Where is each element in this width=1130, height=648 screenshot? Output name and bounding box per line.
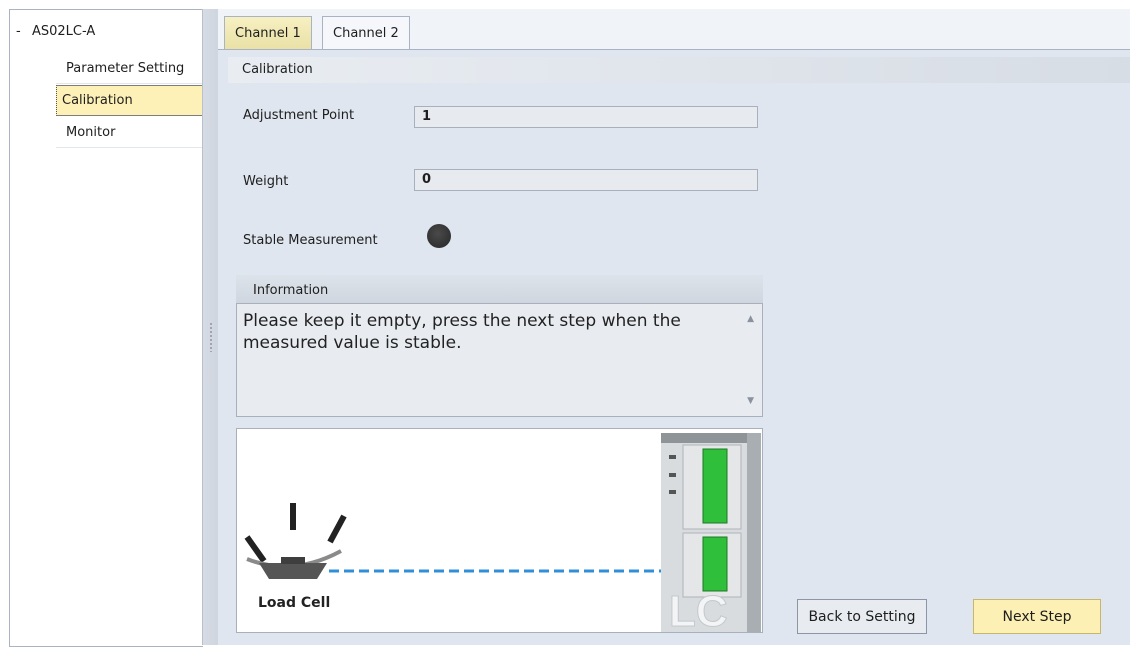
- terminal-block-icon: [702, 448, 728, 524]
- module-label: LC: [669, 587, 728, 632]
- tree-item-monitor[interactable]: Monitor: [56, 117, 203, 148]
- splitter-grip-icon[interactable]: [209, 322, 213, 352]
- tab-channel-2[interactable]: Channel 2: [322, 16, 410, 49]
- information-group: Information Please keep it empty, press …: [236, 275, 763, 417]
- tree-root-label[interactable]: AS02LC-A: [32, 24, 95, 39]
- tree-item-parameter-setting[interactable]: Parameter Setting: [56, 53, 203, 84]
- motion-line-icon: [327, 514, 347, 544]
- channel-tabs: Channel 1 Channel 2: [218, 9, 1130, 50]
- back-to-setting-button[interactable]: Back to Setting: [797, 599, 927, 634]
- tree-item-label: Parameter Setting: [66, 61, 185, 76]
- information-title: Information: [253, 283, 329, 298]
- load-cell-icon: [259, 563, 327, 579]
- adjustment-point-field[interactable]: 1: [414, 106, 758, 128]
- adjustment-point-label: Adjustment Point: [243, 108, 355, 123]
- collapse-icon[interactable]: -: [16, 24, 32, 39]
- weight-field[interactable]: 0: [414, 169, 758, 191]
- next-step-button[interactable]: Next Step: [973, 599, 1101, 634]
- stable-indicator-icon: [427, 224, 451, 248]
- calibration-illustration: LC Load Cell: [236, 428, 763, 633]
- stable-measurement-label: Stable Measurement: [243, 233, 378, 248]
- weight-label: Weight: [243, 174, 289, 189]
- information-header: Information: [236, 275, 763, 303]
- information-message: Please keep it empty, press the next ste…: [243, 311, 681, 353]
- scroll-up-icon[interactable]: ▲: [747, 308, 754, 330]
- calibration-panel: Channel 1 Channel 2 Calibration Adjustme…: [218, 9, 1130, 645]
- tree-item-label: Calibration: [62, 93, 133, 108]
- tree-root[interactable]: - AS02LC-A: [16, 22, 95, 40]
- tab-channel-1[interactable]: Channel 1: [224, 16, 312, 49]
- information-text: Please keep it empty, press the next ste…: [236, 303, 763, 417]
- motion-line-icon: [244, 535, 267, 563]
- tree-item-label: Monitor: [66, 125, 116, 140]
- section-title: Calibration: [228, 57, 1130, 83]
- terminal-block-icon: [702, 536, 728, 592]
- tree-item-calibration[interactable]: Calibration: [56, 85, 203, 116]
- load-cell-label: Load Cell: [258, 595, 331, 611]
- device-tree: - AS02LC-A Parameter Setting Calibration…: [9, 9, 203, 647]
- scroll-down-icon[interactable]: ▼: [747, 390, 754, 412]
